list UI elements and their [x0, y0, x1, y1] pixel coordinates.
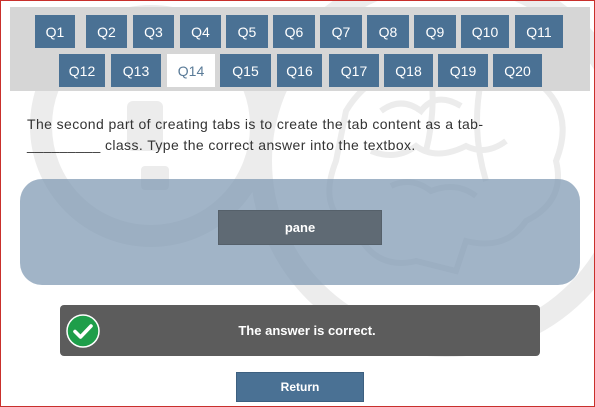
tab-q12[interactable]: Q12 [59, 54, 105, 87]
question-text: The second part of creating tabs is to c… [27, 116, 484, 153]
return-button[interactable]: Return [236, 372, 364, 402]
tab-q6[interactable]: Q6 [273, 15, 315, 48]
tab-q8[interactable]: Q8 [367, 15, 409, 48]
tab-q16[interactable]: Q16 [277, 54, 322, 87]
tab-q17[interactable]: Q17 [329, 54, 379, 87]
tab-q10[interactable]: Q10 [461, 15, 509, 48]
tab-q13[interactable]: Q13 [111, 54, 161, 87]
quiz-frame: Q1 Q2 Q3 Q4 Q5 Q6 Q7 Q8 Q9 Q10 Q11 Q12 Q13 Q14 Q15 Q16 Q… [0, 0, 595, 407]
tab-q5[interactable]: Q5 [226, 15, 268, 48]
tab-q3[interactable]: Q3 [133, 15, 174, 48]
tab-q14[interactable]: Q14 [167, 54, 215, 87]
tab-q7[interactable]: Q7 [320, 15, 362, 48]
answer-textbox[interactable]: pane [218, 210, 382, 245]
tab-q20[interactable]: Q20 [493, 54, 542, 87]
tab-q9[interactable]: Q9 [414, 15, 456, 48]
tab-q1[interactable]: Q1 [35, 15, 75, 48]
tab-q15[interactable]: Q15 [220, 54, 271, 87]
tab-q19[interactable]: Q19 [438, 54, 488, 87]
tab-q18[interactable]: Q18 [384, 54, 433, 87]
tab-q4[interactable]: Q4 [180, 15, 221, 48]
tab-q2[interactable]: Q2 [86, 15, 127, 48]
feedback-message: The answer is correct. [238, 323, 376, 338]
feedback-banner: The answer is correct. [60, 305, 540, 356]
tab-q11[interactable]: Q11 [515, 15, 563, 48]
